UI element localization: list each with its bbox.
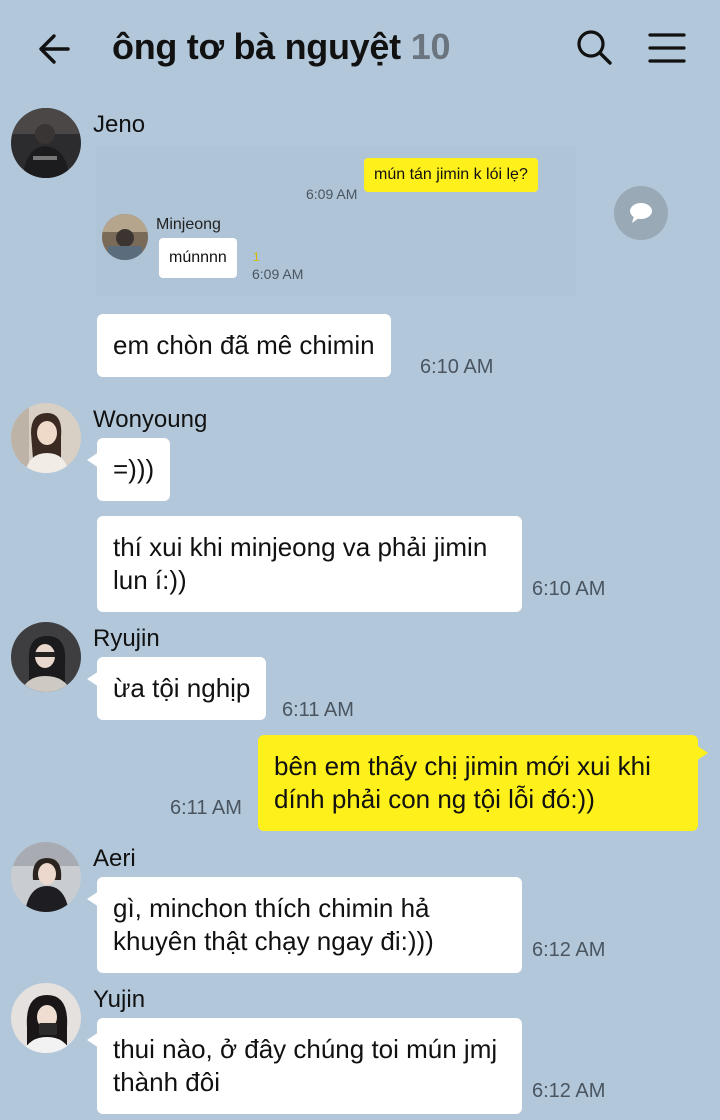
message-bubble[interactable]: gì, minchon thích chimin hả khuyên thật …: [87, 877, 522, 973]
sender-name-ryujin: Ryujin: [93, 625, 160, 652]
my-message-bubble[interactable]: bên em thấy chị jimin mới xui khi dính p…: [258, 735, 708, 831]
message-bubble[interactable]: em chòn đã mê chimin: [97, 314, 391, 377]
message-time: 6:10 AM: [532, 578, 606, 600]
sender-name-jeno: Jeno: [93, 111, 146, 138]
share-button[interactable]: [614, 186, 668, 240]
speech-bubble-icon: [630, 203, 652, 223]
avatar-aeri[interactable]: [11, 842, 81, 912]
avatar-yujin[interactable]: [11, 983, 81, 1053]
hamburger-menu-icon: [648, 33, 686, 63]
menu-button[interactable]: [644, 26, 690, 70]
chat-title: ông tơ bà nguyệt 10: [112, 26, 451, 68]
message-bubble[interactable]: =))): [86, 438, 171, 501]
message-time: 6:10 AM: [420, 356, 494, 378]
message-time: 6:11 AM: [170, 797, 242, 819]
avatar-minjeong: [102, 214, 148, 260]
sender-name-wonyoung: Wonyoung: [93, 406, 208, 433]
avatar-ryujin[interactable]: [11, 622, 81, 692]
avatar-wonyoung[interactable]: [11, 403, 81, 473]
screenshot-question-time: 6:09 AM: [306, 186, 358, 202]
search-icon: [577, 30, 612, 65]
chat-header: ông tơ bà nguyệt 10: [0, 0, 720, 100]
message-bubble[interactable]: thui nào, ở đây chúng toi mún jmj thành …: [87, 1018, 522, 1114]
screenshot-reply-sender: Minjeong: [156, 216, 221, 233]
avatar-jeno[interactable]: [11, 108, 81, 178]
embedded-chat-screenshot[interactable]: mún tán jimin k lói lẹ? 6:09 AM Minjeong…: [96, 146, 576, 296]
chat-name: ông tơ bà nguyệt: [112, 26, 401, 67]
screenshot-reply-bubble: múnnnn: [159, 238, 237, 278]
screenshot-unread-count: 1: [253, 250, 260, 264]
sender-name-yujin: Yujin: [93, 986, 146, 1013]
member-count: 10: [410, 26, 451, 67]
sender-name-aeri: Aeri: [93, 845, 136, 872]
back-button[interactable]: [32, 26, 78, 72]
message-bubble[interactable]: ừa tội nghịp: [86, 657, 267, 720]
search-button[interactable]: [572, 26, 616, 70]
message-time: 6:11 AM: [282, 699, 354, 721]
message-time: 6:12 AM: [532, 1080, 606, 1102]
arrow-left-icon: [39, 34, 70, 64]
message-time: 6:12 AM: [532, 939, 606, 961]
screenshot-reply-time: 6:09 AM: [252, 266, 304, 282]
message-bubble[interactable]: thí xui khi minjeong va phải jimin lun í…: [97, 516, 522, 612]
screenshot-question-bubble: mún tán jimin k lói lẹ?: [364, 158, 538, 192]
